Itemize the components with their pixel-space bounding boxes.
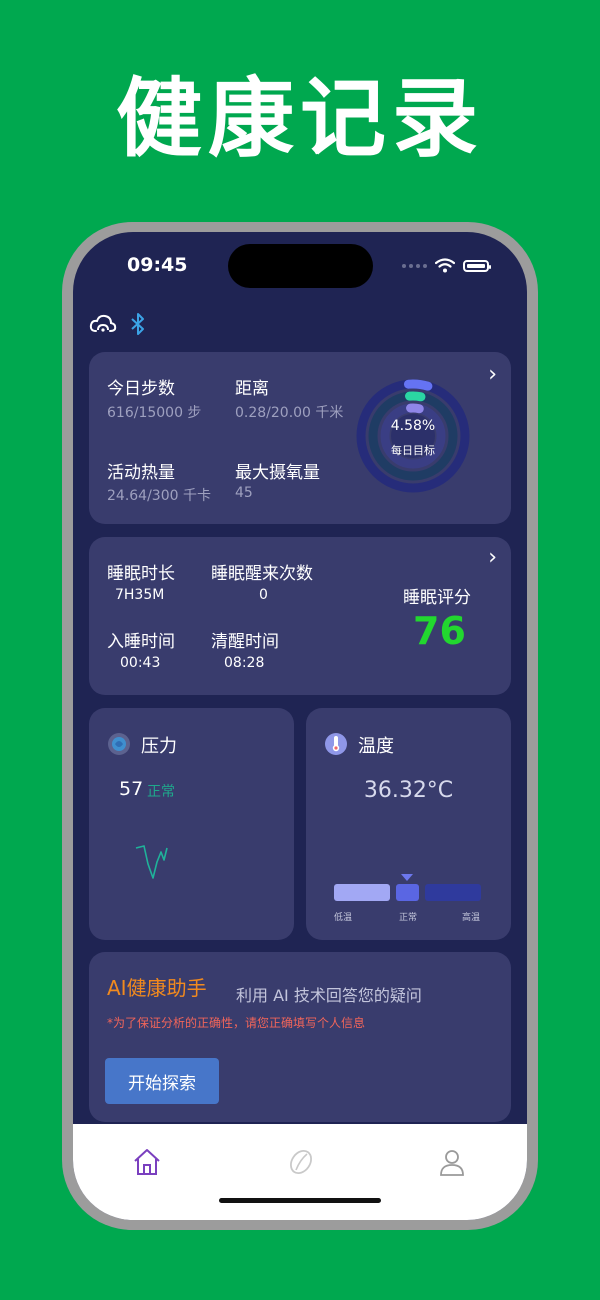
- temperature-card[interactable]: 温度 36.32°C 低温 正常 高温: [306, 708, 511, 940]
- activity-chevron-icon[interactable]: ›: [488, 362, 497, 387]
- wake-time-value: 08:28: [224, 655, 265, 671]
- scale-normal-label: 正常: [399, 913, 418, 923]
- stress-status: 正常: [147, 784, 175, 800]
- profile-icon: [440, 1150, 464, 1176]
- stress-icon: [108, 733, 130, 755]
- goal-percent: 4.58%: [390, 418, 436, 434]
- activity-card[interactable]: 今日步数 616/15000 步 距离 0.28/20.00 千米 活动热量 2…: [89, 352, 511, 524]
- wifi-icon: [435, 258, 455, 273]
- home-indicator: [219, 1198, 381, 1203]
- steps-value: 616/15000 步: [107, 405, 202, 421]
- sleep-score-value: 76: [413, 609, 466, 653]
- sleep-tab-icon: [290, 1149, 312, 1175]
- distance-value: 0.28/20.00 千米: [235, 405, 344, 421]
- ai-assistant-card: AI健康助手 利用 AI 技术回答您的疑问 *为了保证分析的正确性，请您正确填写…: [89, 952, 511, 1122]
- sleep-score-label: 睡眠评分: [403, 588, 471, 608]
- bedtime-label: 入睡时间: [107, 632, 175, 652]
- scale-high-label: 高温: [462, 913, 481, 923]
- home-icon: [134, 1149, 160, 1175]
- vo2max-value: 45: [235, 485, 253, 501]
- wake-time-label: 清醒时间: [211, 632, 279, 652]
- temperature-value: 36.32°C: [363, 778, 454, 803]
- calories-value: 24.64/300 千卡: [107, 488, 211, 504]
- temperature-scale: [334, 874, 481, 901]
- stress-title: 压力: [141, 736, 177, 757]
- sleep-duration-label: 睡眠时长: [107, 564, 175, 584]
- tab-home[interactable]: [127, 1142, 167, 1182]
- sleep-duration-value: 7H35M: [115, 587, 165, 603]
- sleep-chevron-icon[interactable]: ›: [488, 545, 497, 570]
- wake-count-value: 0: [259, 587, 268, 603]
- bedtime-value: 00:43: [120, 655, 161, 671]
- battery-icon: [463, 259, 491, 272]
- vo2max-label: 最大摄氧量: [235, 463, 320, 483]
- wake-count-label: 睡眠醒来次数: [211, 564, 313, 584]
- calories-label: 活动热量: [107, 463, 175, 483]
- status-time: 09:45: [127, 254, 188, 276]
- scale-low-label: 低温: [334, 913, 353, 923]
- cloud-sync-icon[interactable]: [89, 313, 117, 335]
- start-explore-button[interactable]: 开始探索: [105, 1058, 219, 1104]
- bluetooth-icon[interactable]: [129, 312, 147, 336]
- phone-screen: 09:45 今日步数 616/15000 步 距离 0.28/20.00 千米 …: [73, 232, 527, 1220]
- ai-assistant-notice: *为了保证分析的正确性，请您正确填写个人信息: [107, 1016, 366, 1030]
- temperature-title: 温度: [358, 736, 394, 757]
- steps-label: 今日步数: [107, 379, 175, 399]
- tab-sleep[interactable]: [281, 1142, 321, 1182]
- goal-label: 每日目标: [391, 444, 435, 457]
- dynamic-island: [228, 244, 373, 288]
- ai-assistant-title: AI健康助手: [107, 976, 207, 1000]
- status-icons: [402, 258, 491, 273]
- ai-assistant-subtitle: 利用 AI 技术回答您的疑问: [236, 986, 422, 1005]
- sleep-card[interactable]: 睡眠时长 7H35M 睡眠醒来次数 0 入睡时间 00:43 清醒时间 08:2…: [89, 537, 511, 695]
- activity-goal-ring: [356, 379, 470, 493]
- top-toolbar: [89, 312, 147, 336]
- stress-card[interactable]: 压力 57 正常: [89, 708, 294, 940]
- cellular-signal-icon: [402, 263, 427, 268]
- tab-profile[interactable]: [432, 1142, 472, 1182]
- distance-label: 距离: [235, 379, 269, 399]
- tab-bar: [73, 1124, 527, 1220]
- thermometer-icon: [325, 733, 347, 755]
- stress-trend-chart: [135, 845, 168, 879]
- headline-title: 健康记录: [116, 69, 484, 169]
- stress-value: 57: [119, 778, 144, 800]
